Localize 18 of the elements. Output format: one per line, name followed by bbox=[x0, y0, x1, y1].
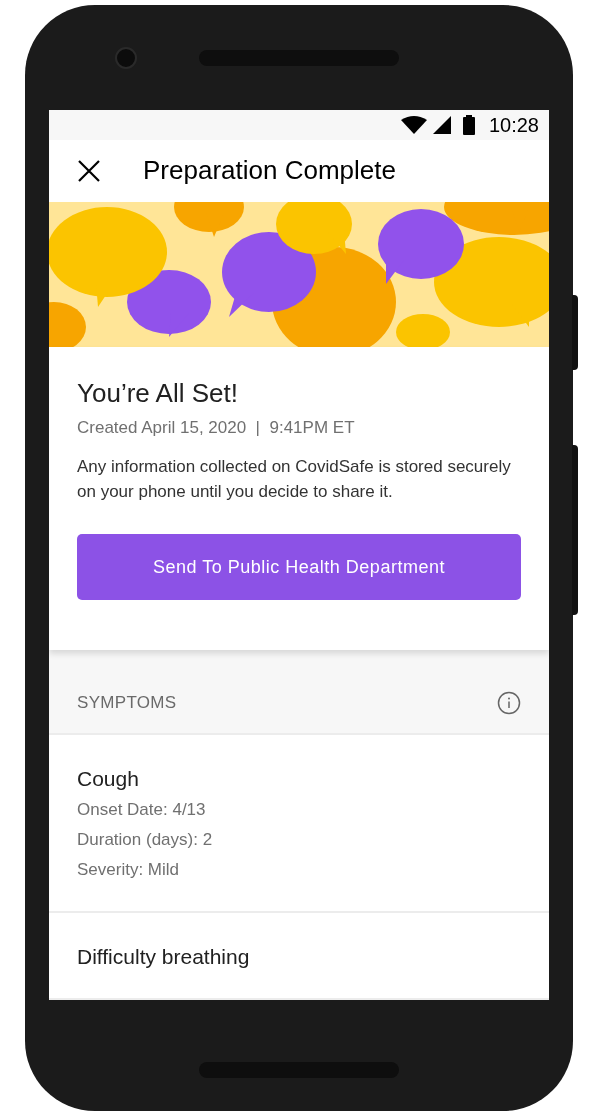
created-date: Created April 15, 2020 | 9:41PM ET bbox=[77, 416, 356, 439]
symptom-name: Cough bbox=[77, 766, 140, 792]
battery-icon bbox=[462, 115, 475, 135]
symptom-detail: Duration (days): 2 bbox=[77, 828, 214, 851]
camera-icon bbox=[115, 46, 137, 69]
card-title: You’re All Set! bbox=[77, 376, 239, 409]
signal-icon bbox=[432, 116, 451, 134]
section-heading: SYMPTOMS bbox=[77, 691, 177, 714]
symptom-detail: Severity: Mild bbox=[77, 858, 181, 881]
privacy-note: Any information collected on CovidSafe is stored securely on your phone until you decide to share it. bbox=[77, 456, 512, 503]
symptom-name: Difficulty breathing bbox=[77, 943, 251, 970]
info-icon[interactable] bbox=[497, 691, 521, 715]
wifi-icon bbox=[400, 116, 427, 134]
close-icon[interactable] bbox=[77, 158, 101, 183]
symptom-detail: Onset Date: 4/13 bbox=[77, 798, 207, 821]
status-time: 10:28 bbox=[488, 113, 539, 138]
send-button[interactable]: Send To Public Health Department bbox=[77, 534, 521, 600]
screen-title: Preparation Complete bbox=[143, 154, 396, 188]
